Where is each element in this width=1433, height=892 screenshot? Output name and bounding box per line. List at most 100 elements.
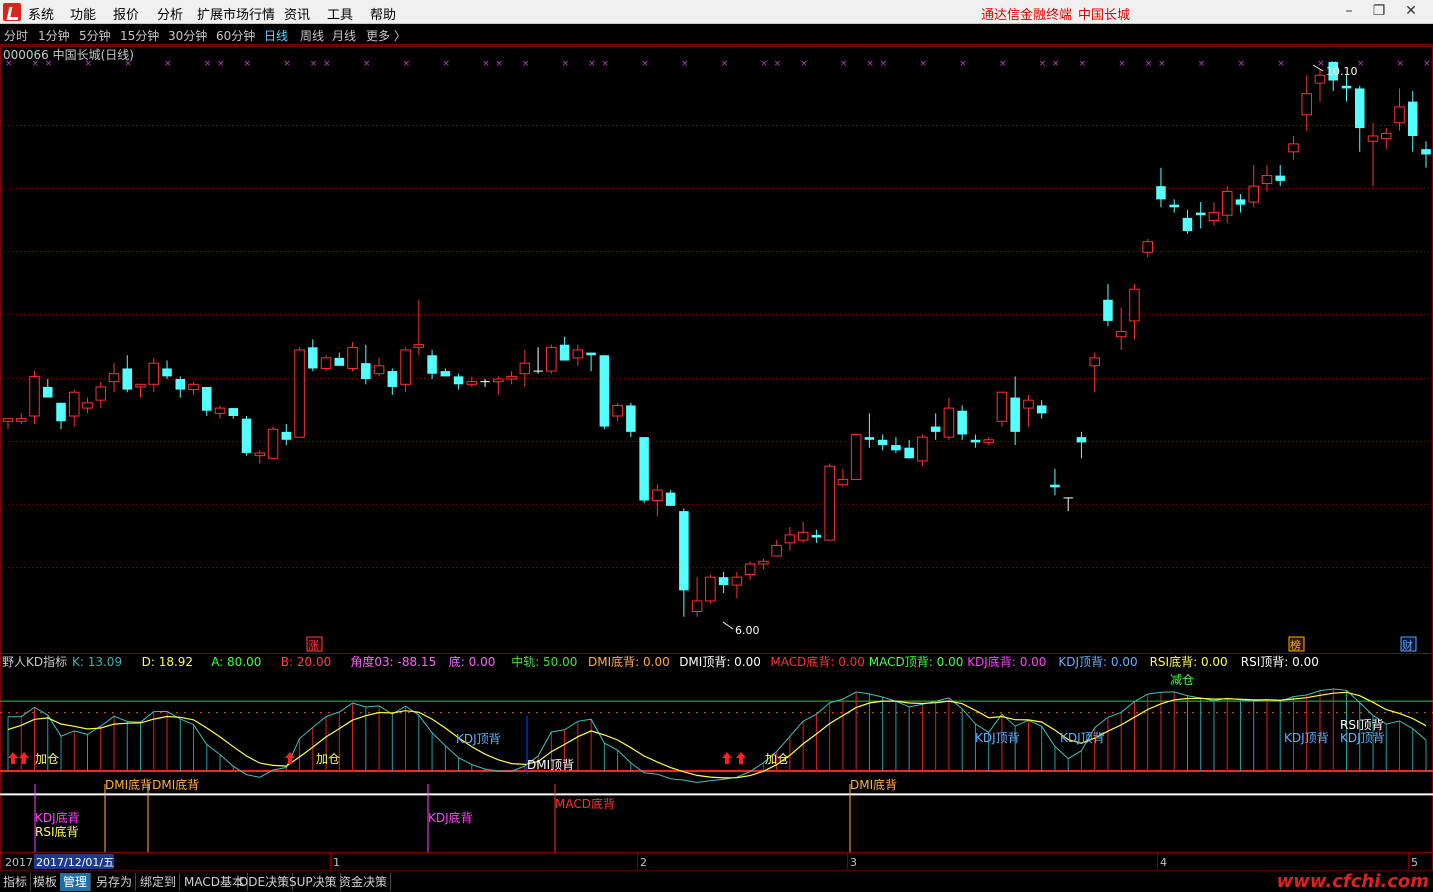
period-tab-weekly[interactable]: 周线	[300, 27, 324, 44]
watermark: www.cfchi.com	[1276, 871, 1429, 892]
bottom-toolbar: 指标 模板 管理 另存为 绑定到 MACD基本 DDE决策 SUP决策 资金决策…	[0, 870, 1433, 892]
marker-bang[interactable]: 榜	[1288, 636, 1305, 652]
candle-body	[254, 452, 266, 457]
tab-save-as[interactable]: 另存为	[93, 873, 137, 891]
tab-indicator[interactable]: 指标	[0, 873, 32, 891]
candle-body	[1076, 437, 1087, 443]
period-tab-5min[interactable]: 5分钟	[79, 27, 111, 44]
tab-bind-to[interactable]: 绑定到	[137, 873, 181, 891]
time-axis-year: 2017	[5, 856, 33, 869]
minimize-icon[interactable]: –	[1337, 0, 1361, 22]
menu-item-analysis[interactable]: 分析	[157, 4, 183, 23]
top-signal-mark: ×	[1078, 59, 1086, 69]
candle-body	[506, 375, 517, 380]
signal-macd-bottom-div: MACD底背	[555, 796, 615, 811]
top-signal-mark: ×	[588, 59, 596, 69]
period-tab-60min[interactable]: 60分钟	[216, 27, 255, 44]
period-tab-monthly[interactable]: 月线	[332, 27, 356, 44]
candle-body	[891, 445, 901, 451]
marker-cai[interactable]: 财	[1400, 636, 1417, 652]
top-signal-mark: ×	[681, 59, 689, 69]
candle-body	[202, 386, 212, 411]
candle-body	[1169, 204, 1179, 208]
top-signal-mark: ×	[1237, 59, 1245, 69]
candle-body	[771, 544, 782, 557]
menu-item-news[interactable]: 资讯	[284, 4, 310, 23]
tab-fund-decision[interactable]: 资金决策	[336, 873, 392, 891]
menu-item-extended-market[interactable]: 扩展市场行情	[197, 4, 275, 23]
tab-sup-decision[interactable]: SUP决策	[286, 873, 341, 891]
candle-body	[1036, 405, 1047, 414]
candle-body	[373, 365, 385, 375]
tab-manage[interactable]: 管理	[60, 873, 92, 891]
period-tab-intraday[interactable]: 分时	[4, 27, 28, 44]
signal-add-position: 加仓	[765, 752, 789, 766]
period-tab-30min[interactable]: 30分钟	[168, 27, 207, 44]
period-tab-1min[interactable]: 1分钟	[38, 27, 70, 44]
candle-body	[626, 405, 636, 432]
top-signal-mark: ×	[1198, 59, 1206, 69]
menu-item-function[interactable]: 功能	[70, 4, 96, 23]
chart-area[interactable]: × × × × × × × × × × × × × × × × × × × × × × × × × × × × × × × × × × × × × × × ×…	[0, 46, 1433, 870]
candle-body	[29, 375, 40, 417]
candle-body	[1208, 212, 1220, 222]
top-signal-mark: ×	[999, 59, 1007, 69]
top-signal-mark: ×	[1118, 59, 1126, 69]
candle-body	[413, 344, 425, 348]
indicator-readout-item: B: 20.00	[281, 655, 331, 669]
close-icon[interactable]: ✕	[1399, 0, 1423, 22]
candle-body	[15, 418, 27, 422]
time-axis-month: 1	[333, 856, 340, 869]
signal-dmi-top-div: DMI顶背	[527, 758, 574, 772]
indicator-readout-item: RSI底背: 0.00	[1150, 654, 1228, 669]
top-signal-mark: ×	[840, 59, 848, 69]
menu-item-help[interactable]: 帮助	[370, 4, 396, 23]
indicator-readout-item: 底: 0.00	[449, 654, 496, 669]
signal-add-position: 加仓	[35, 752, 59, 766]
tab-template[interactable]: 模板	[30, 873, 62, 891]
candle-body	[1010, 397, 1020, 432]
indicator-readout-item: MACD底背: 0.00	[770, 654, 865, 669]
candle-body	[850, 434, 862, 480]
app-logo-icon[interactable]	[3, 3, 21, 21]
candle-body	[1156, 186, 1166, 200]
menu-item-system[interactable]: 系统	[28, 4, 54, 23]
candle-body	[864, 437, 875, 440]
menu-item-tools[interactable]: 工具	[327, 4, 353, 23]
candle-body	[1182, 217, 1193, 232]
restore-icon[interactable]: ❐	[1367, 0, 1391, 22]
candle-body	[904, 447, 914, 459]
candle-body	[175, 379, 186, 390]
indicator-readout-item: KDJ顶背: 0.00	[1058, 655, 1137, 669]
candle-body	[2, 418, 14, 422]
candle-body	[1261, 175, 1273, 185]
signal-kdj-top-div: KDJ顶背	[1340, 731, 1385, 745]
candle-body	[691, 600, 703, 613]
candle-body	[42, 386, 53, 398]
candle-body	[1235, 199, 1246, 205]
top-signal-mark: ×	[721, 59, 729, 69]
candle-body	[427, 355, 437, 374]
tab-dde-decision[interactable]: DDE决策	[236, 873, 294, 891]
candle-body	[639, 437, 649, 501]
candle-body	[586, 352, 596, 356]
marker-zhang[interactable]: 涨	[306, 636, 323, 652]
indicator-readout-item: D: 18.92	[142, 655, 193, 669]
menu-item-quotes[interactable]: 报价	[113, 4, 139, 23]
candle-body	[1050, 484, 1060, 488]
signal-dmi-bottom-div: DMI底背	[850, 777, 897, 792]
time-axis-month: 4	[1160, 856, 1167, 869]
period-tab-more[interactable]: 更多 〉	[366, 27, 406, 44]
indicator-readout-item: 角度03: -88.15	[350, 654, 436, 669]
period-tab-15min[interactable]: 15分钟	[120, 27, 159, 44]
period-tab-daily[interactable]: 日线	[264, 27, 288, 44]
indicator-name: 野人KD指标	[2, 654, 67, 669]
indicator-readout-item: DMI顶背: 0.00	[679, 655, 761, 669]
candle-body	[347, 346, 358, 369]
signal-add-position: 加仓	[316, 752, 340, 766]
candle-body	[718, 577, 729, 586]
candle-body	[599, 355, 610, 427]
price-low-label: 6.00	[735, 624, 760, 637]
candle-body	[546, 346, 557, 372]
top-signal-mark: ×	[800, 59, 808, 69]
